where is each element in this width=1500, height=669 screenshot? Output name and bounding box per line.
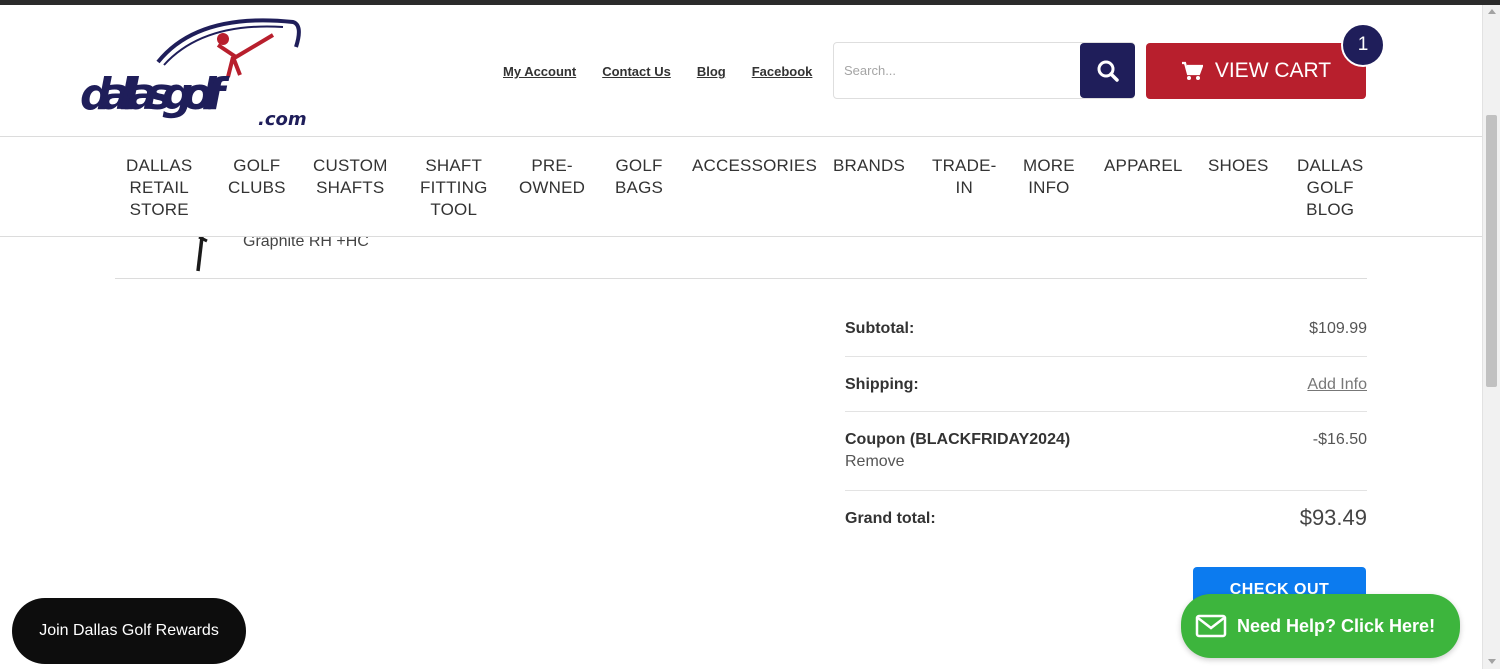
- golf-club-image[interactable]: [193, 237, 209, 273]
- svg-text:dallasgolf: dallasgolf: [80, 69, 230, 120]
- blog-link[interactable]: Blog: [697, 64, 726, 79]
- view-cart-button[interactable]: VIEW CART: [1146, 43, 1366, 99]
- nav-shaft-fitting-tool[interactable]: SHAFT FITTING TOOL: [420, 155, 488, 221]
- coupon-row: Coupon (BLACKFRIDAY2024) -$16.50 Remove: [845, 412, 1367, 491]
- join-rewards-label: Join Dallas Golf Rewards: [39, 622, 219, 639]
- need-help-label: Need Help? Click Here!: [1237, 615, 1436, 636]
- grand-total-row: Grand total: $93.49: [845, 491, 1367, 547]
- subtotal-value: $109.99: [1309, 320, 1367, 337]
- svg-text:.com: .com: [258, 109, 307, 127]
- nav-more-info[interactable]: MORE INFO: [1023, 155, 1075, 199]
- shipping-add-info-link[interactable]: Add Info: [1307, 376, 1367, 394]
- nav-apparel[interactable]: APPAREL: [1104, 155, 1183, 177]
- nav-trade-in[interactable]: TRADE- IN: [932, 155, 996, 199]
- cart-count-badge: 1: [1341, 23, 1385, 67]
- cart-item-row: Graphite RH +HC: [115, 237, 1367, 279]
- view-cart-label: VIEW CART: [1214, 59, 1332, 82]
- need-help-button[interactable]: Need Help? Click Here!: [1181, 594, 1460, 658]
- site-header: dallasgolf .com My Account Contact Us Bl…: [0, 5, 1482, 137]
- top-links: My Account Contact Us Blog Facebook: [503, 64, 812, 79]
- scroll-down-arrow-icon[interactable]: [1488, 659, 1496, 664]
- nav-golf-bags[interactable]: GOLF BAGS: [615, 155, 663, 199]
- nav-golf-clubs[interactable]: GOLF CLUBS: [228, 155, 286, 199]
- subtotal-label: Subtotal:: [845, 320, 915, 337]
- nav-shoes[interactable]: SHOES: [1208, 155, 1269, 177]
- grand-total-label: Grand total:: [845, 510, 936, 527]
- main-nav: DALLAS RETAIL STORE GOLF CLUBS CUSTOM SH…: [0, 137, 1482, 237]
- scroll-up-arrow-icon[interactable]: [1488, 9, 1496, 14]
- page-scrollbar[interactable]: [1482, 5, 1500, 669]
- grand-total-value: $93.49: [1299, 505, 1367, 530]
- my-account-link[interactable]: My Account: [503, 64, 576, 79]
- nav-brands[interactable]: BRANDS: [833, 155, 905, 177]
- order-totals: Subtotal: $109.99 Shipping: Add Info Cou…: [845, 301, 1367, 547]
- subtotal-row: Subtotal: $109.99: [845, 301, 1367, 357]
- cart-item-variant: Graphite RH +HC: [243, 237, 369, 250]
- contact-us-link[interactable]: Contact Us: [602, 64, 671, 79]
- coupon-remove-link[interactable]: Remove: [845, 453, 1367, 471]
- coupon-value: -$16.50: [1312, 431, 1367, 448]
- search-input[interactable]: [844, 55, 1074, 85]
- nav-pre-owned[interactable]: PRE- OWNED: [519, 155, 585, 199]
- nav-dallas-retail-store[interactable]: DALLAS RETAIL STORE: [126, 155, 192, 221]
- nav-custom-shafts[interactable]: CUSTOM SHAFTS: [313, 155, 388, 199]
- scrollbar-thumb[interactable]: [1486, 115, 1497, 387]
- nav-dallas-golf-blog[interactable]: DALLAS GOLF BLOG: [1297, 155, 1363, 221]
- join-rewards-button[interactable]: Join Dallas Golf Rewards: [12, 598, 246, 664]
- dallas-golf-logo[interactable]: dallasgolf .com: [78, 17, 333, 127]
- nav-accessories[interactable]: ACCESSORIES: [692, 155, 817, 177]
- envelope-icon: [1195, 614, 1227, 638]
- search-button[interactable]: [1080, 43, 1135, 98]
- shipping-label: Shipping:: [845, 376, 919, 393]
- coupon-label: Coupon (BLACKFRIDAY2024): [845, 431, 1071, 448]
- shipping-row: Shipping: Add Info: [845, 357, 1367, 412]
- search-icon: [1097, 60, 1119, 82]
- cart-icon: [1181, 61, 1203, 80]
- facebook-link[interactable]: Facebook: [752, 64, 813, 79]
